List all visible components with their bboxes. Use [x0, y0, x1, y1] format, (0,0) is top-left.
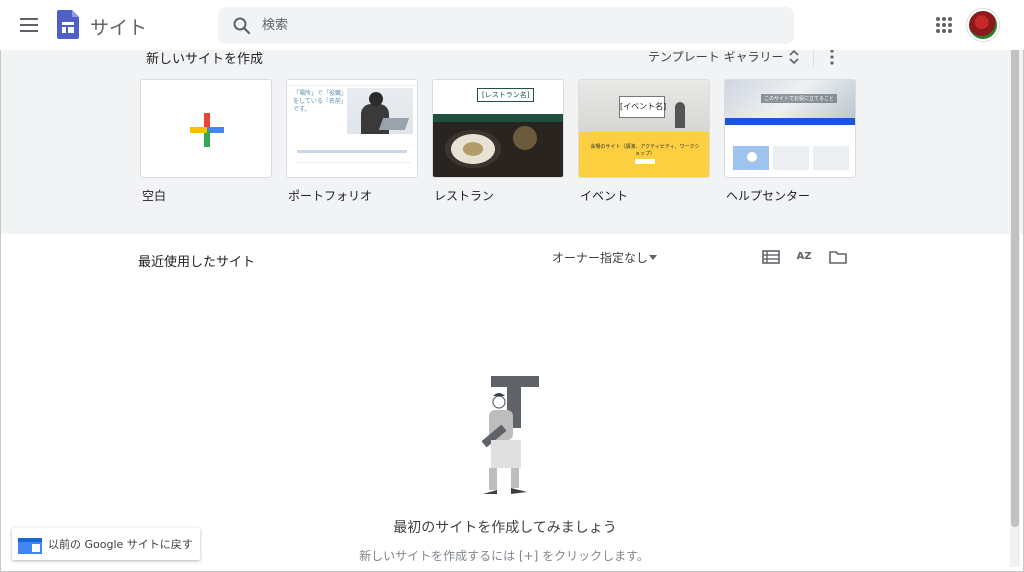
thumb-band	[433, 114, 563, 122]
thumb-photo: [イベント名]	[579, 80, 709, 132]
thumb-card	[813, 146, 849, 170]
more-options-icon[interactable]	[826, 48, 838, 66]
template-portfolio[interactable]: 「場所」で「役職」をしている「名前」です。 ポートフォリオ	[286, 79, 418, 203]
create-new-site-heading: 新しいサイトを作成	[146, 52, 264, 67]
sort-az-button[interactable]: AZ	[795, 248, 813, 266]
thumb-grid	[295, 162, 411, 176]
vertical-scrollbar[interactable]	[1010, 22, 1020, 567]
return-to-classic-sites-button[interactable]: 以前の Google サイトに戻す	[12, 528, 200, 560]
thumb-nav	[725, 118, 855, 125]
template-thumbnail[interactable]: 「場所」で「役職」をしている「名前」です。	[286, 79, 418, 178]
add-plus-icon	[190, 113, 224, 147]
classic-sites-icon	[18, 538, 42, 554]
scrollbar-thumb[interactable]	[1011, 22, 1019, 527]
empty-state-illustration	[481, 376, 539, 494]
dropdown-caret-icon[interactable]	[649, 255, 657, 260]
template-help-center[interactable]: このサイトでお役に立てること ヘルプセンター	[724, 79, 856, 203]
template-gallery-button[interactable]: テンプレート ギャラリー	[648, 48, 783, 65]
top-bar: サイト	[0, 0, 1024, 50]
template-label: イベント	[580, 189, 629, 203]
search-bar[interactable]	[218, 7, 794, 44]
thumb-card	[733, 146, 769, 170]
thumb-title: [イベント名]	[619, 96, 666, 118]
thumb-header: [レストラン名]	[433, 80, 563, 114]
list-view-icon[interactable]	[762, 248, 780, 266]
app-title: サイト	[90, 17, 148, 39]
menu-icon	[20, 18, 38, 32]
thumb-text: 会場のサイト（講演、アクティビティ、ワークショップ）	[590, 144, 700, 157]
template-thumbnail[interactable]: [レストラン名]	[432, 79, 564, 178]
template-thumbnail[interactable]	[140, 79, 272, 178]
owner-filter-dropdown[interactable]: オーナー指定なし	[552, 249, 648, 266]
sites-logo-icon[interactable]	[57, 10, 79, 39]
expand-collapse-icon[interactable]	[787, 49, 801, 65]
template-event[interactable]: [イベント名] 会場のサイト（講演、アクティビティ、ワークショップ） イベント	[578, 79, 710, 203]
thumb-title: このサイトでお役に立てること	[761, 94, 838, 103]
account-avatar[interactable]	[967, 9, 999, 41]
search-icon[interactable]	[232, 16, 252, 36]
apps-grid-icon[interactable]	[934, 15, 954, 35]
template-label: ポートフォリオ	[288, 189, 373, 203]
thumb-nav	[287, 80, 417, 86]
thumb-card	[773, 146, 809, 170]
thumb-photo: このサイトでお役に立てること	[725, 80, 855, 118]
recent-sites-heading: 最近使用したサイト	[138, 255, 256, 270]
template-thumbnail[interactable]: このサイトでお役に立てること	[724, 79, 856, 178]
thumb-photo	[347, 88, 413, 134]
template-restaurant[interactable]: [レストラン名] レストラン	[432, 79, 564, 203]
main-menu-button[interactable]	[16, 12, 42, 38]
thumb-headline: 「場所」で「役職」をしている「名前」です。	[293, 90, 348, 113]
folder-icon[interactable]	[829, 248, 847, 266]
thumb-text-line	[297, 150, 407, 153]
template-label: レストラン	[434, 189, 495, 203]
template-blank[interactable]: 空白	[140, 79, 272, 203]
template-gallery-panel: 新しいサイトを作成 テンプレート ギャラリー 空白 「場所」で「役職」をしている…	[0, 44, 1024, 234]
search-input[interactable]	[262, 7, 782, 44]
thumb-title: [レストラン名]	[477, 88, 535, 102]
thumb-band: 会場のサイト（講演、アクティビティ、ワークショップ）	[579, 132, 709, 177]
classic-sites-label: 以前の Google サイトに戻す	[48, 538, 193, 551]
template-label: 空白	[142, 189, 167, 203]
template-label: ヘルプセンター	[726, 189, 811, 203]
template-thumbnail[interactable]: [イベント名] 会場のサイト（講演、アクティビティ、ワークショップ）	[578, 79, 710, 178]
thumb-photo	[433, 122, 563, 177]
